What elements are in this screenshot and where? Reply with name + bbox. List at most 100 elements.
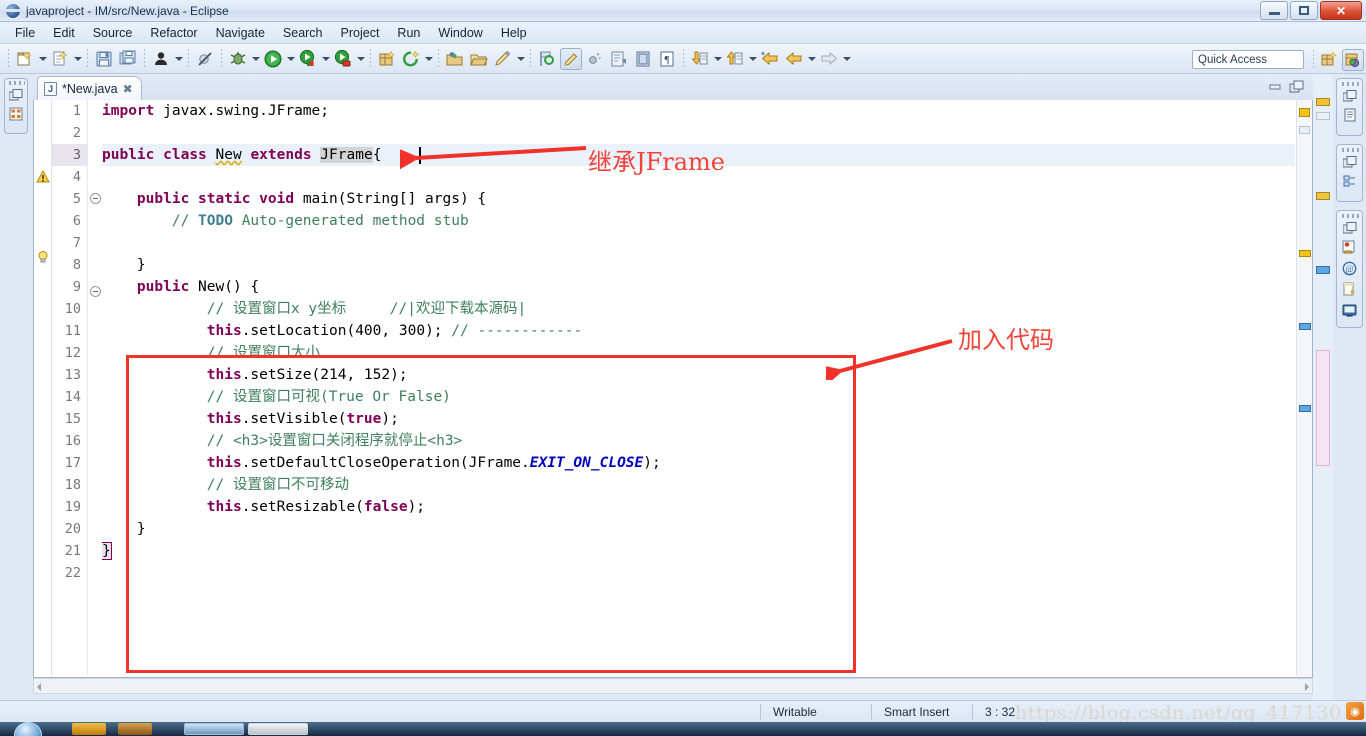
search-declaration-icon[interactable] — [536, 48, 558, 70]
code-line[interactable]: } — [102, 254, 1295, 276]
coverage-dropdown-icon[interactable] — [355, 48, 366, 70]
run-external-tools-icon[interactable] — [297, 48, 319, 70]
toggle-mark-occurrences-icon[interactable] — [584, 48, 606, 70]
open-type-icon[interactable] — [400, 48, 422, 70]
person-dropdown-icon[interactable] — [173, 48, 184, 70]
overview-occurrence-mark[interactable] — [1299, 323, 1311, 330]
new-java-class-dropdown-icon[interactable] — [72, 48, 83, 70]
show-whitespace-icon[interactable] — [632, 48, 654, 70]
menu-help[interactable]: Help — [492, 24, 536, 42]
forward-dropdown-icon[interactable] — [841, 48, 852, 70]
new-java-class-icon[interactable] — [49, 48, 71, 70]
drag-handle[interactable] — [1342, 148, 1359, 152]
menu-window[interactable]: Window — [429, 24, 491, 42]
save-all-icon[interactable] — [117, 48, 139, 70]
code-line[interactable]: public static void main(String[] args) { — [102, 188, 1295, 210]
menu-edit[interactable]: Edit — [44, 24, 84, 42]
new-wizard-dropdown-icon[interactable] — [37, 48, 48, 70]
task-list-view-stack[interactable] — [1336, 144, 1363, 202]
taskbar-app[interactable] — [72, 723, 106, 735]
editor-maximize-button[interactable] — [1289, 79, 1305, 95]
annotation-ruler[interactable] — [34, 100, 52, 676]
code-line[interactable]: // 设置窗口x y坐标 //|欢迎下载本源码| — [102, 298, 1295, 320]
code-line[interactable]: this.setLocation(400, 300); // ---------… — [102, 320, 1295, 342]
new-java-project-icon[interactable] — [376, 48, 398, 70]
last-edit-location-icon[interactable] — [724, 48, 746, 70]
highlight-pen-icon[interactable] — [560, 47, 582, 70]
minimize-button[interactable] — [1260, 1, 1288, 20]
back-dropdown-icon[interactable] — [806, 48, 817, 70]
outline-view-stack[interactable] — [1336, 78, 1363, 136]
code-line[interactable]: public New() { — [102, 276, 1295, 298]
next-edit-dropdown-icon[interactable] — [712, 48, 723, 70]
folding-ruler[interactable] — [88, 100, 102, 676]
editor-minimize-button[interactable] — [1267, 79, 1283, 95]
menu-file[interactable]: File — [6, 24, 44, 42]
taskbar-app-active[interactable] — [184, 723, 244, 735]
code-line[interactable]: // TODO Auto-generated method stub — [102, 210, 1295, 232]
menu-project[interactable]: Project — [332, 24, 389, 42]
menu-refactor[interactable]: Refactor — [141, 24, 206, 42]
java-perspective-icon[interactable] — [1342, 49, 1364, 71]
next-edit-location-icon[interactable] — [689, 48, 711, 70]
debug-icon[interactable] — [227, 48, 249, 70]
code-line[interactable] — [102, 562, 1295, 584]
debug-dropdown-icon[interactable] — [250, 48, 261, 70]
forward-icon[interactable] — [818, 48, 840, 70]
code-text-area[interactable]: import javax.swing.JFrame; public class N… — [102, 100, 1295, 676]
code-line[interactable] — [102, 232, 1295, 254]
editor-tab-new-java[interactable]: J *New.java ✖ — [37, 76, 142, 100]
person-icon[interactable] — [150, 48, 172, 70]
run-external-dropdown-icon[interactable] — [320, 48, 331, 70]
taskbar-app[interactable] — [248, 723, 308, 735]
new-wizard-icon[interactable] — [14, 48, 36, 70]
last-edit-dropdown-icon[interactable] — [747, 48, 758, 70]
run-dropdown-icon[interactable] — [285, 48, 296, 70]
open-folder-icon[interactable] — [468, 48, 490, 70]
menu-source[interactable]: Source — [84, 24, 142, 42]
back-icon[interactable] — [783, 48, 805, 70]
code-line[interactable]: // 设置窗口可视(True Or False) — [102, 386, 1295, 408]
code-line[interactable]: this.setResizable(false); — [102, 496, 1295, 518]
overview-mark[interactable] — [1299, 126, 1310, 134]
code-line[interactable]: this.setVisible(true); — [102, 408, 1295, 430]
back-sparkle-icon[interactable] — [759, 48, 781, 70]
drag-handle[interactable] — [1342, 82, 1359, 86]
overview-warning-mark[interactable] — [1299, 108, 1310, 117]
menu-search[interactable]: Search — [274, 24, 332, 42]
close-icon[interactable]: ✖ — [123, 82, 133, 96]
code-line[interactable]: } — [102, 518, 1295, 540]
save-icon[interactable] — [93, 48, 115, 70]
menu-run[interactable]: Run — [388, 24, 429, 42]
code-line[interactable]: // 设置窗口大小 — [102, 342, 1295, 364]
quick-access-input[interactable]: Quick Access — [1192, 50, 1304, 69]
coverage-icon[interactable] — [332, 48, 354, 70]
open-perspective-icon[interactable] — [1318, 49, 1340, 71]
overview-warning-mark[interactable] — [1299, 250, 1311, 257]
menu-navigate[interactable]: Navigate — [207, 24, 274, 42]
editor-horizontal-scrollbar[interactable] — [33, 678, 1313, 694]
code-line[interactable]: this.setSize(214, 152); — [102, 364, 1295, 386]
maximize-button[interactable] — [1290, 1, 1318, 20]
fold-toggle[interactable] — [88, 193, 102, 215]
pencil-icon[interactable] — [492, 48, 514, 70]
code-line[interactable]: // 设置窗口不可移动 — [102, 474, 1295, 496]
overview-ruler[interactable] — [1296, 100, 1312, 676]
code-line[interactable]: } — [102, 540, 1295, 562]
code-line[interactable]: this.setDefaultCloseOperation(JFrame.EXI… — [102, 452, 1295, 474]
drag-handle[interactable] — [9, 81, 25, 85]
scroll-left-arrow[interactable] — [35, 680, 44, 692]
open-type-dropdown-icon[interactable] — [423, 48, 434, 70]
code-line[interactable]: // <h3>设置窗口关闭程序就停止<h3> — [102, 430, 1295, 452]
skip-all-breakpoints-icon[interactable] — [194, 48, 216, 70]
pencil-dropdown-icon[interactable] — [515, 48, 526, 70]
close-button[interactable]: ✕ — [1320, 1, 1362, 20]
editor-body[interactable]: 1 2 3 4 5 6 7 8 9 10 11 12 13 14 15 16 17 18 19 20 21 22 impo… — [33, 100, 1313, 678]
console-view-stack[interactable]: @ — [1336, 210, 1363, 328]
run-icon[interactable] — [262, 48, 284, 70]
pilcrow-icon[interactable]: ¶ — [656, 48, 678, 70]
minimized-view-stack[interactable] — [4, 78, 28, 134]
code-line[interactable]: import javax.swing.JFrame; — [102, 100, 1295, 122]
code-line[interactable] — [102, 122, 1295, 144]
overview-occurrence-mark[interactable] — [1299, 405, 1311, 412]
